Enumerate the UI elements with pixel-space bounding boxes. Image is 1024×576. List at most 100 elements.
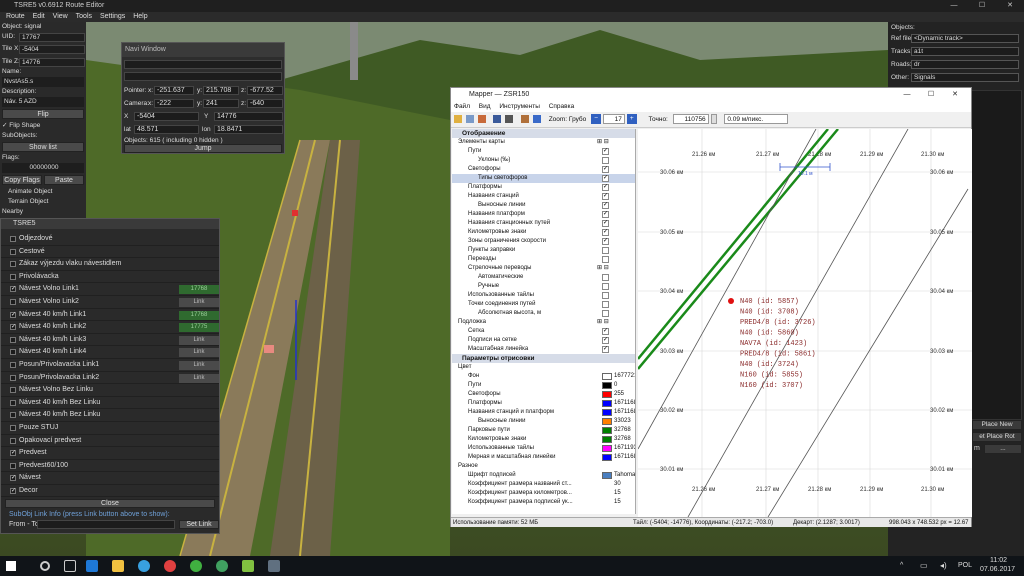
subobject-checkbox[interactable]: ✓	[10, 487, 16, 494]
close-button[interactable]: Close	[5, 499, 215, 509]
display-option-checkbox[interactable]: ✓	[602, 238, 609, 245]
render-param-row[interactable]: Километровые знаки 32768	[452, 435, 635, 444]
display-option-row[interactable]: Зоны ограничения скорости ✓	[452, 237, 635, 246]
display-option-row[interactable]: Названия станционных путей ✓	[452, 219, 635, 228]
expand-icon[interactable]: ⊞ ⊟	[597, 318, 609, 327]
help-icon[interactable]	[532, 115, 541, 124]
display-option-row[interactable]: Светофоры ✓	[452, 165, 635, 174]
link-button[interactable]: Link	[179, 360, 219, 370]
paste-button[interactable]: Paste	[44, 175, 84, 185]
zoom-plus-button[interactable]: +	[626, 114, 637, 125]
set-link-button[interactable]: Set Link	[179, 520, 219, 530]
display-option-checkbox[interactable]	[602, 274, 609, 281]
chrome-icon[interactable]	[164, 560, 176, 572]
name-field[interactable]: NvstAs5.s	[2, 77, 84, 87]
roads-select[interactable]: dr	[911, 60, 1019, 69]
search-icon[interactable]	[40, 561, 50, 571]
expand-icon[interactable]: ⊞ ⊟	[597, 138, 609, 147]
render-param-value[interactable]: 16711680	[614, 408, 635, 417]
link-button[interactable]: 17775	[179, 323, 219, 333]
display-option-checkbox[interactable]: ✓	[602, 346, 609, 353]
navi-dropdown-2[interactable]	[124, 72, 282, 81]
render-param-value[interactable]: 16711680	[614, 399, 635, 408]
app-green-icon[interactable]	[190, 560, 202, 572]
display-option-row[interactable]: Подложка ⊞ ⊟	[452, 318, 635, 327]
precise-spinner[interactable]	[710, 114, 717, 125]
uid-field[interactable]: 17767	[19, 33, 85, 42]
render-param-value[interactable]: 32768	[614, 426, 631, 435]
render-param-row[interactable]: Платформы 16711680	[452, 399, 635, 408]
subobject-checkbox[interactable]	[10, 261, 16, 268]
render-param-row[interactable]: Пути 0	[452, 381, 635, 390]
link-button[interactable]: Link	[179, 348, 219, 358]
render-param-value[interactable]: 33023	[614, 417, 631, 426]
color-swatch[interactable]	[602, 382, 612, 389]
display-option-row[interactable]: Стрелочные переводы ⊞ ⊟	[452, 264, 635, 273]
display-option-checkbox[interactable]: ✓	[602, 148, 609, 155]
show-list-button[interactable]: Show list	[2, 142, 84, 152]
subobject-checkbox[interactable]	[10, 374, 16, 381]
open-icon[interactable]	[454, 115, 462, 124]
precise-field[interactable]: 110756	[672, 114, 709, 125]
zoom-field[interactable]: 17	[602, 114, 625, 125]
color-swatch[interactable]	[602, 454, 612, 461]
color-swatch[interactable]	[602, 418, 612, 425]
render-param-value[interactable]: 16711680	[614, 453, 635, 462]
start-icon[interactable]	[6, 561, 16, 571]
display-option-checkbox[interactable]: ✓	[602, 202, 609, 209]
link-button[interactable]: 17768	[179, 285, 219, 295]
color-swatch[interactable]	[602, 436, 612, 443]
camera-y[interactable]: 241	[203, 99, 239, 108]
desc-field[interactable]: Náv. 5 AZD	[2, 97, 84, 107]
render-param-row[interactable]: Цвет	[452, 363, 635, 372]
render-param-row[interactable]: Парковые пути 32768	[452, 426, 635, 435]
color-swatch[interactable]	[602, 427, 612, 434]
mapper-minimize-icon[interactable]: —	[895, 88, 919, 102]
ref-file-select[interactable]: <Dynamic track>	[911, 34, 1019, 43]
display-option-row[interactable]: Пункты заправки	[452, 246, 635, 255]
tray-arrow-icon[interactable]: ^	[900, 562, 903, 569]
color-swatch[interactable]	[602, 472, 612, 479]
link-button[interactable]: Link	[179, 335, 219, 345]
display-option-row[interactable]: Названия станций ✓	[452, 192, 635, 201]
menu-view[interactable]: View	[53, 13, 68, 20]
render-param-row[interactable]: Коэффициент размера названий ст... 30	[452, 480, 635, 489]
lat-field[interactable]: 48.571	[134, 125, 199, 134]
layers-icon[interactable]	[465, 115, 474, 124]
flip-button[interactable]: Flip	[2, 109, 84, 119]
display-option-checkbox[interactable]	[602, 283, 609, 290]
from-to-field[interactable]	[37, 520, 175, 530]
camera-z[interactable]: -640	[247, 99, 283, 108]
display-option-row[interactable]: Точки соединения путей	[452, 300, 635, 309]
flags-field[interactable]: 00000000	[2, 163, 84, 173]
subobject-checkbox[interactable]	[10, 437, 16, 444]
render-param-value[interactable]: 255	[614, 390, 624, 399]
display-option-checkbox[interactable]	[602, 157, 609, 164]
display-option-checkbox[interactable]: ✓	[602, 175, 609, 182]
display-option-row[interactable]: Километровые знаки ✓	[452, 228, 635, 237]
tilez-field[interactable]: 14776	[19, 58, 85, 67]
display-option-row[interactable]: Ручные	[452, 282, 635, 291]
save-icon[interactable]	[493, 115, 502, 124]
tracks-select[interactable]: a1t	[911, 47, 1019, 56]
subobject-checkbox[interactable]: ✓	[10, 450, 16, 457]
mapper-menu-view[interactable]: Вид	[479, 103, 491, 110]
subobject-checkbox[interactable]	[10, 387, 16, 394]
render-param-value[interactable]: 15	[614, 498, 621, 507]
display-option-checkbox[interactable]: ✓	[602, 166, 609, 173]
display-option-row[interactable]: Уклоны (‰)	[452, 156, 635, 165]
link-button[interactable]: Link	[179, 297, 219, 307]
clock-date[interactable]: 07.06.2017	[980, 566, 1015, 573]
tsre-taskbar-icon[interactable]	[268, 560, 280, 572]
display-option-row[interactable]: Использованные тайлы	[452, 291, 635, 300]
display-option-row[interactable]: Переезды	[452, 255, 635, 264]
render-param-row[interactable]: Использованные тайлы 16711935	[452, 444, 635, 453]
subobject-checkbox[interactable]	[10, 298, 16, 305]
subobject-checkbox[interactable]	[10, 236, 16, 242]
place-rot-button[interactable]: et Place Rot	[972, 432, 1022, 442]
subobject-checkbox[interactable]	[10, 399, 16, 406]
menu-edit[interactable]: Edit	[33, 13, 45, 20]
battery-icon[interactable]	[505, 115, 514, 124]
subobject-checkbox[interactable]	[10, 361, 16, 368]
network-icon[interactable]: ▭	[920, 561, 928, 570]
